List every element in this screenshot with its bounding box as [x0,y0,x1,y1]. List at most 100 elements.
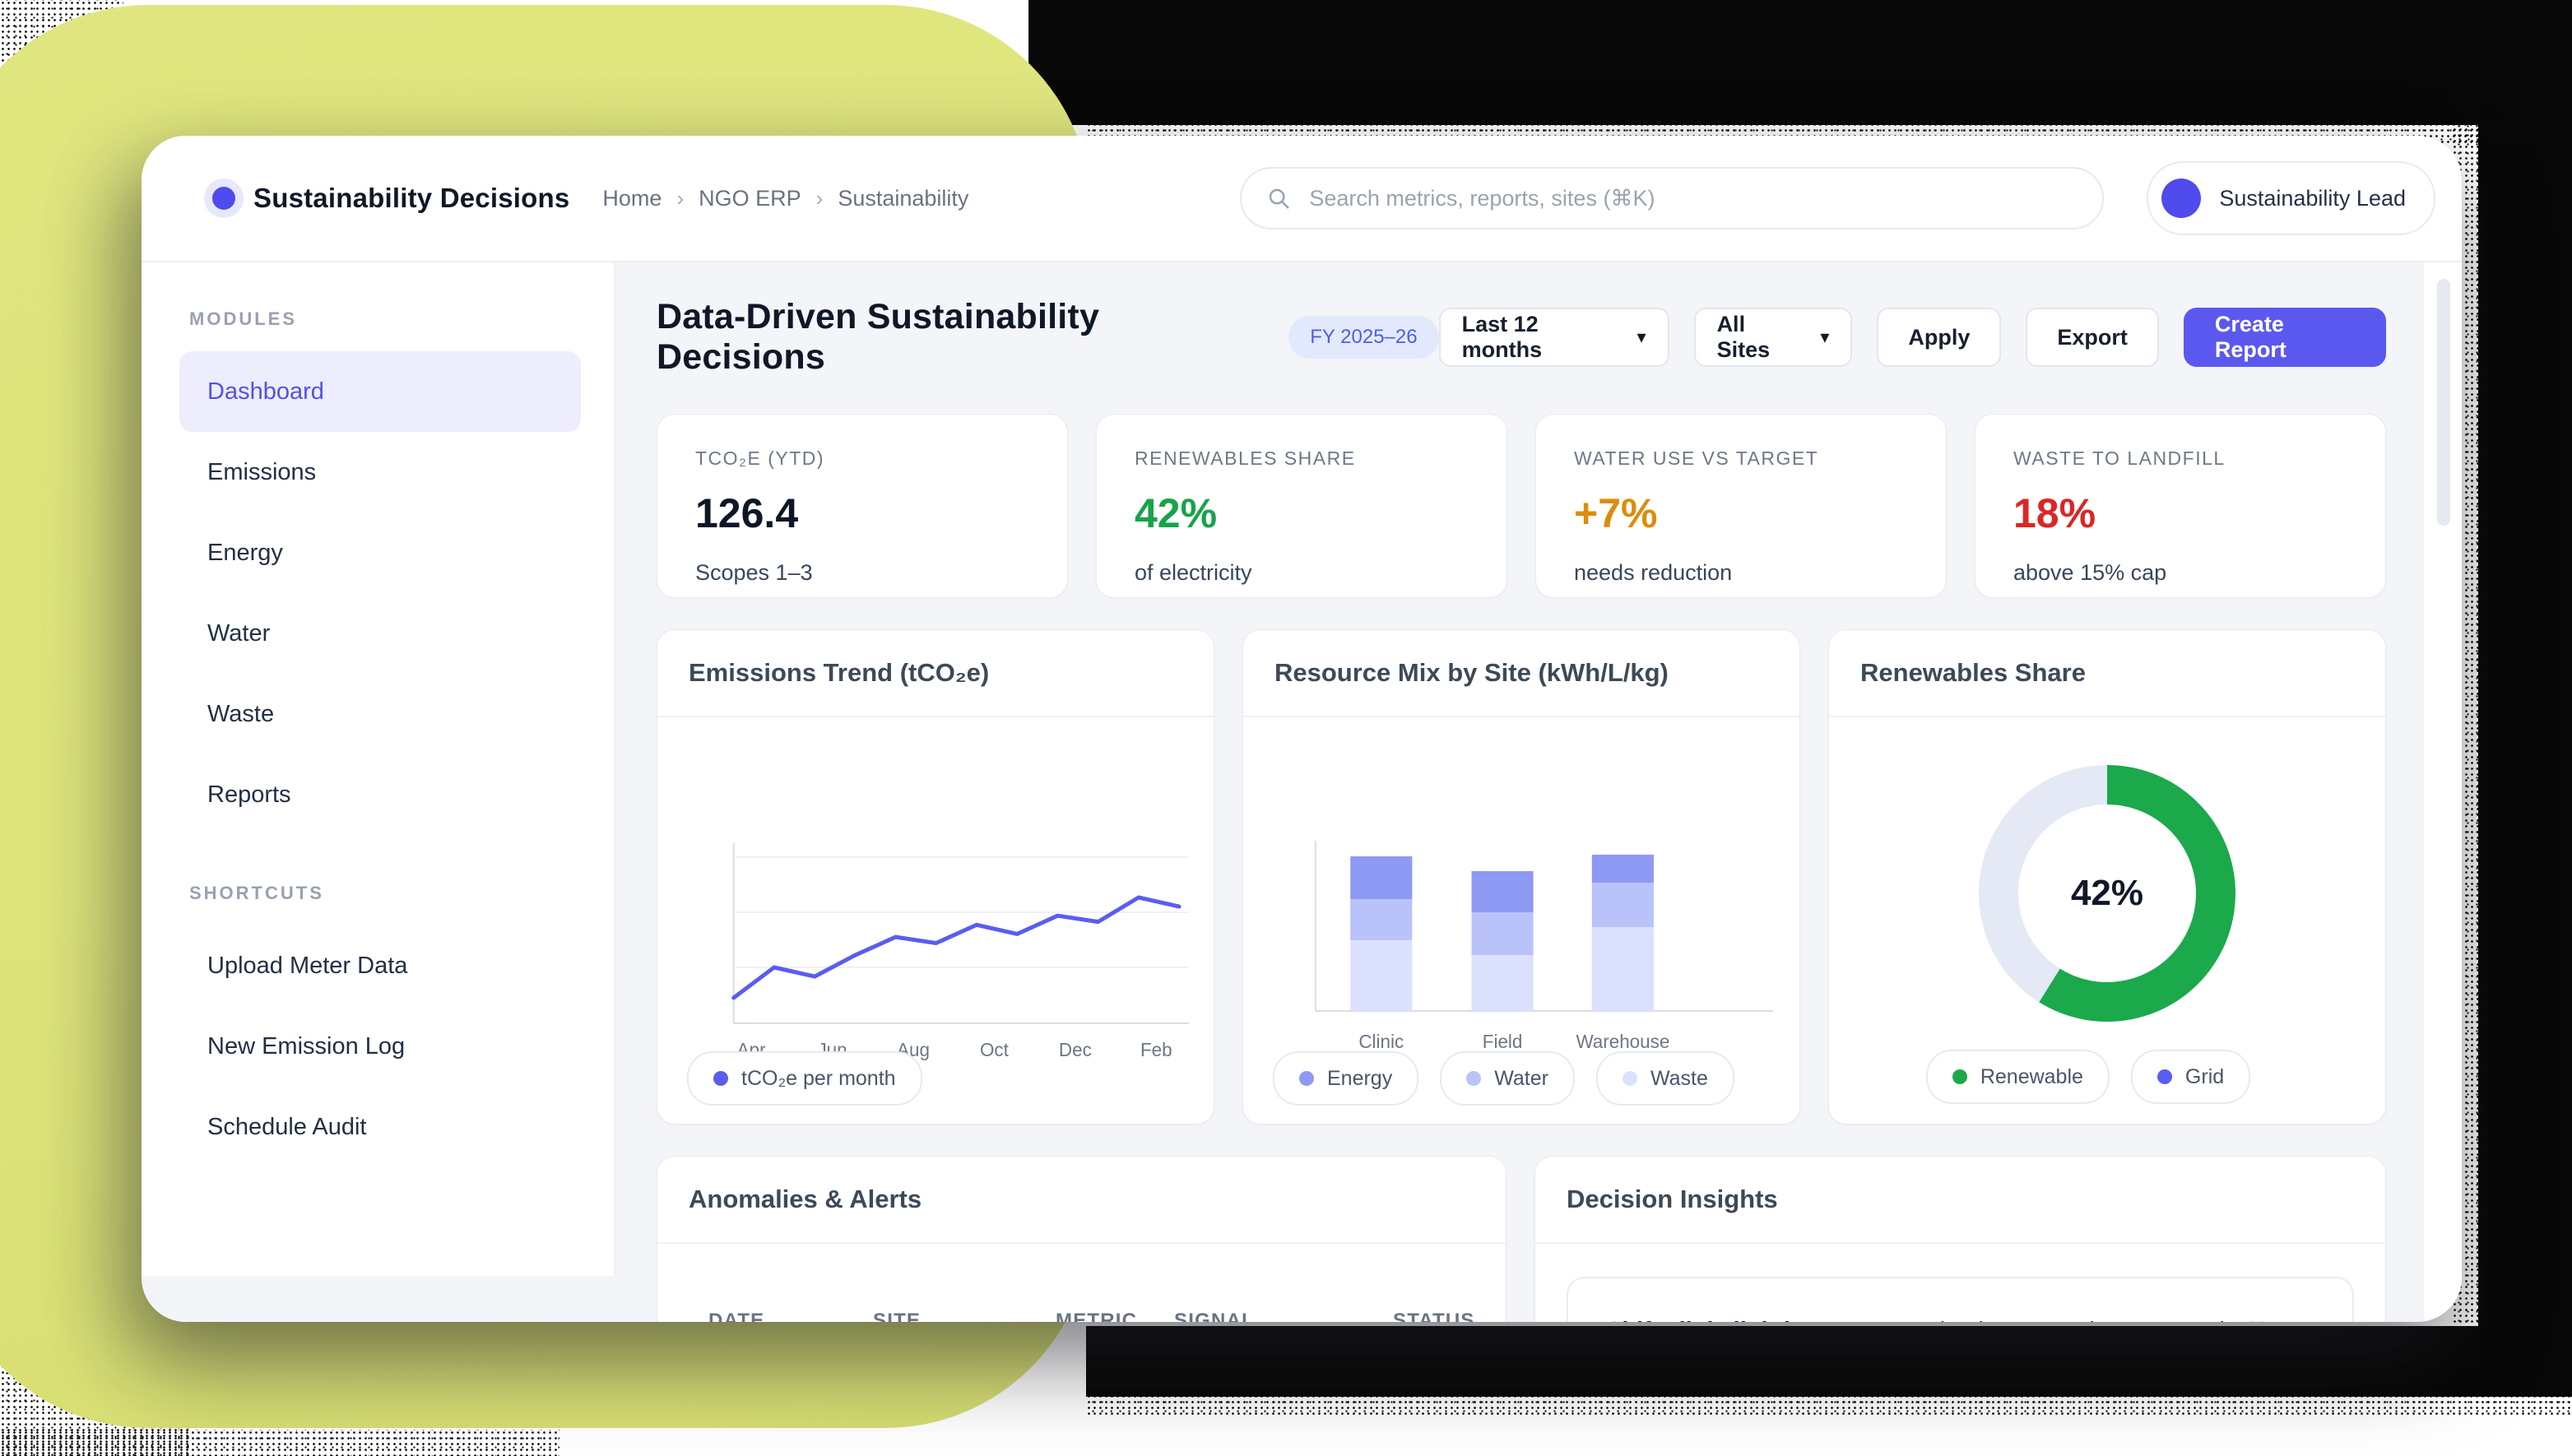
table-column-site: SITE [873,1310,1056,1322]
renewables-donut-chart: 42% Renewable Grid [1829,717,2385,1124]
table-column-date: DATE [708,1310,873,1322]
card-header: Resource Mix by Site (kWh/L/kg) [1243,630,1799,717]
kpi-row: TCO₂E (YTD)126.4Scopes 1–3RENEWABLES SHA… [657,414,2386,598]
anomalies-card: Anomalies & Alerts DATESITEMETRICSIGNALS… [657,1156,1507,1322]
sidebar-item-schedule-audit[interactable]: Schedule Audit [179,1087,581,1167]
sidebar-item-waste[interactable]: Waste [179,674,581,754]
svg-text:Warehouse: Warehouse [1576,1031,1669,1052]
export-button[interactable]: Export [2026,308,2159,367]
sites-select-value: All Sites [1717,312,1799,363]
sites-select[interactable]: All Sites ▾ [1694,308,1853,367]
kpi-card: WATER USE VS TARGET +7% needs reduction [1535,414,1947,598]
breadcrumb: Home › NGO ERP › Sustainability [602,186,968,211]
scrollbar-track[interactable] [2424,262,2462,1322]
chevron-down-icon: ▾ [1820,327,1829,348]
kpi-sub: of electricity [1135,560,1469,586]
legend-pill-grid[interactable]: Grid [2131,1050,2250,1104]
breadcrumb-item[interactable]: Home [602,186,662,211]
scrollbar-thumb[interactable] [2437,279,2450,526]
search-input[interactable] [1307,185,2078,212]
legend-pill-tco-e-per-month[interactable]: tCO₂e per month [687,1051,922,1106]
insight-item: Shift clinic lighting topayback ≈ 7 mont… [1567,1277,2354,1322]
card-title: Emissions Trend (tCO₂e) [689,658,989,687]
sidebar-item-new-emission-log[interactable]: New Emission Log [179,1006,581,1087]
avatar [2161,179,2201,218]
sidebar-section-label: MODULES [189,308,581,330]
kpi-label: WATER USE VS TARGET [1574,447,1908,470]
legend-label: Grid [2185,1065,2224,1089]
table-column-status: STATUS [1393,1310,1475,1322]
svg-text:Feb: Feb [1140,1039,1172,1060]
resource-mix-bar-chart: Clinic Field Warehouse Energy Water Waste [1243,717,1799,1124]
kpi-sub: Scopes 1–3 [695,560,1029,586]
legend-label: Energy [1327,1067,1392,1091]
legend-label: Renewable [1980,1065,2083,1089]
kpi-card: RENEWABLES SHARE42%of electricity [1096,414,1507,598]
table-column-signal: SIGNAL [1174,1310,1393,1322]
search-icon [1266,186,1291,211]
sidebar-item-emissions[interactable]: Emissions [179,432,581,512]
backdrop-noise-right [2478,0,2572,1359]
kpi-value: +7% [1574,489,1908,537]
legend-dot-icon [1466,1071,1481,1086]
chart-legend: tCO₂e per month [687,1051,922,1106]
svg-text:Field: Field [1483,1031,1523,1052]
page-title-row: Data-Driven Sustainability Decisions FY … [657,297,2386,378]
card-header: Emissions Trend (tCO₂e) [657,630,1214,717]
emissions-trend-card: Emissions Trend (tCO₂e) AprJunAugOctDecF… [657,629,1214,1124]
svg-text:Dec: Dec [1059,1039,1092,1060]
anomalies-table-header: DATESITEMETRICSIGNALSTATUS [657,1244,1506,1322]
kpi-sub: above 15% cap [2013,560,2347,586]
desktop-backdrop: Sustainability Decisions Home › NGO ERP › Su… [0,0,2572,1456]
svg-text:Clinic: Clinic [1358,1031,1404,1052]
period-select-value: Last 12 months [1462,312,1616,363]
card-title: Anomalies & Alerts [689,1185,922,1213]
kpi-label: WASTE TO LANDFILL [2013,447,2347,470]
window-body: MODULESDashboardEmissionsEnergyWaterWast… [142,262,2462,1322]
backdrop-noise-top [1028,0,2572,125]
grain-edge [1086,1393,2572,1418]
apply-button[interactable]: Apply [1877,308,2001,367]
legend-pill-waste[interactable]: Waste [1596,1051,1734,1106]
breadcrumb-item[interactable]: Sustainability [838,186,968,211]
card-header: Anomalies & Alerts [657,1157,1506,1244]
legend-pill-energy[interactable]: Energy [1273,1051,1418,1106]
renewables-share-card: Renewables Share 42% Renewable Grid [1828,629,2386,1124]
legend-label: Water [1494,1067,1548,1091]
brand-logo-dot-icon [212,187,235,210]
sidebar: MODULES DashboardEmissionsEnergyWaterWast… [142,262,615,1276]
breadcrumb-separator: › [816,186,824,211]
breadcrumb-separator: › [676,186,684,211]
card-title: Resource Mix by Site (kWh/L/kg) [1274,658,1669,687]
chevron-down-icon: ▾ [1637,327,1646,348]
legend-pill-water[interactable]: Water [1440,1051,1575,1106]
legend-dot-icon [1623,1071,1637,1086]
search-box[interactable] [1240,167,2104,230]
kpi-card: WASTE TO LANDFILL18%above 15% cap [1975,414,2386,598]
breadcrumb-item[interactable]: NGO ERP [699,186,801,211]
sidebar-item-energy[interactable]: Energy [179,512,581,593]
sidebar-item-water[interactable]: Water [179,593,581,674]
kpi-card: TCO₂E (YTD)126.4Scopes 1–3 [657,414,1068,598]
svg-text:Oct: Oct [980,1039,1010,1060]
donut-center-label: 42% [1979,765,2235,1022]
sidebar-item-dashboard[interactable]: Dashboard [179,351,581,432]
kpi-sub: needs reduction [1574,560,1908,586]
period-select[interactable]: Last 12 months ▾ [1439,308,1669,367]
legend-dot-icon [713,1071,728,1086]
legend-label: Waste [1650,1067,1708,1091]
legend-pill-renewable[interactable]: Renewable [1926,1050,2110,1104]
charts-row: Emissions Trend (tCO₂e) AprJunAugOctDecF… [657,629,2386,1124]
create-report-button[interactable]: Create Report [2184,308,2386,367]
user-menu[interactable]: Sustainability Lead [2147,161,2435,235]
card-header: Renewables Share [1829,630,2385,717]
sidebar-item-reports[interactable]: Reports [179,754,581,835]
card-header: Decision Insights [1535,1157,2385,1244]
kpi-label: TCO₂E (YTD) [695,447,1029,470]
resource-mix-card: Resource Mix by Site (kWh/L/kg) Clinic Fi… [1242,629,1800,1124]
main-content: Data-Driven Sustainability Decisions FY … [615,262,2462,1322]
decision-insights-card: Decision Insights Shift clinic lighting … [1534,1156,2386,1322]
brand-name: Sustainability Decisions [253,183,569,214]
insight-highlight: Shift clinic lighting to [1606,1318,1849,1322]
sidebar-item-upload-meter-data[interactable]: Upload Meter Data [179,925,581,1006]
